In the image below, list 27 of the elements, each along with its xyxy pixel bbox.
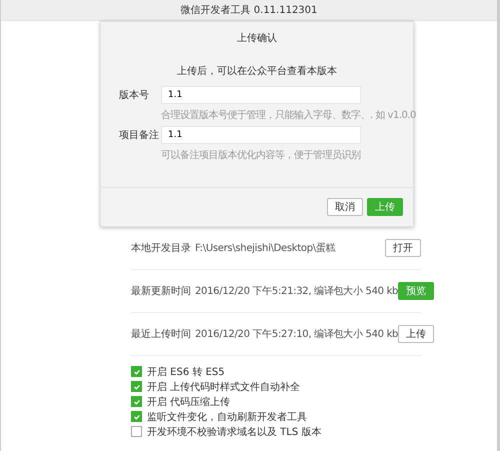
option-label: 开发环境不校验请求域名以及 TLS 版本 xyxy=(147,426,322,438)
option-label: 开启 上传代码时样式文件自动补全 xyxy=(147,380,300,394)
info-value: 2016/12/20 下午5:27:10, 编译包大小 540 kb xyxy=(195,328,398,341)
checkbox[interactable] xyxy=(131,381,142,392)
info-label: 本地开发目录 xyxy=(131,242,192,255)
input-field[interactable]: 1.1 xyxy=(161,86,361,104)
dialog-message: 上传后，可以在公众平台查看本版本 xyxy=(176,64,338,78)
checkbox[interactable] xyxy=(131,366,142,377)
info-label: 最新更新时间 xyxy=(131,284,192,298)
dialog-title: 上传确认 xyxy=(236,32,278,45)
checkbox[interactable] xyxy=(131,396,142,407)
action-button[interactable]: 上传 xyxy=(398,325,434,343)
info-value: 2016/12/20 下午5:21:32, 编译包大小 540 kb xyxy=(195,284,398,298)
option-label: 开启 ES6 转 ES5 xyxy=(147,366,225,378)
option-label: 监听文件变化，自动刷新开发者工具 xyxy=(147,410,307,424)
info-value: F:\Users\shejishi\Desktop\蛋糕 xyxy=(195,242,336,255)
checkbox[interactable] xyxy=(131,411,142,422)
window-title: 微信开发者工具 0.11.112301 xyxy=(180,4,318,17)
info-label: 最近上传时间 xyxy=(131,328,192,341)
field-label: 项目备注 xyxy=(119,128,160,142)
input-field[interactable]: 1.1 xyxy=(161,126,361,144)
option-label: 开启 代码压缩上传 xyxy=(147,396,230,408)
dialog-button[interactable]: 取消 xyxy=(327,198,363,216)
action-button[interactable]: 打开 xyxy=(385,239,421,257)
checkbox[interactable] xyxy=(131,426,142,437)
field-hint: 可以备注项目版本优化内容等，便于管理员识别 xyxy=(161,148,362,162)
field-label: 版本号 xyxy=(119,88,150,102)
